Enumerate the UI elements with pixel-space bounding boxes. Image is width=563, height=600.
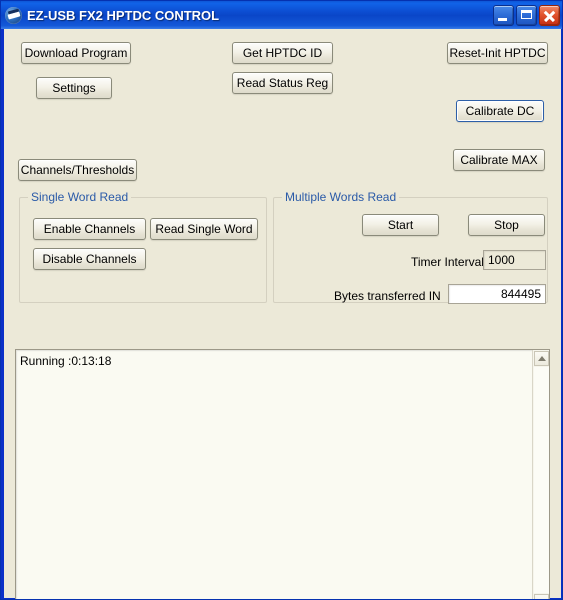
bytes-transferred-label: Bytes transferred IN <box>334 289 441 303</box>
log-output-area[interactable]: Running :0:13:18 <box>15 349 550 599</box>
title-bar[interactable]: EZ-USB FX2 HPTDC CONTROL <box>1 1 562 29</box>
multiple-words-read-legend: Multiple Words Read <box>282 190 400 204</box>
log-scrollbar[interactable] <box>532 350 549 599</box>
reset-init-hptdc-button[interactable]: Reset-Init HPTDC <box>447 42 548 64</box>
start-button[interactable]: Start <box>362 214 439 236</box>
get-hptdc-id-button[interactable]: Get HPTDC ID <box>232 42 333 64</box>
app-chip-icon <box>5 6 22 24</box>
calibrate-max-button[interactable]: Calibrate MAX <box>453 149 545 171</box>
channels-thresholds-button[interactable]: Channels/Thresholds <box>18 159 137 181</box>
calibrate-dc-button[interactable]: Calibrate DC <box>456 100 544 122</box>
scroll-up-button[interactable] <box>534 351 549 366</box>
single-word-read-legend: Single Word Read <box>28 190 132 204</box>
disable-channels-button[interactable]: Disable Channels <box>33 248 146 270</box>
close-button[interactable] <box>539 4 560 26</box>
client-area: Download Program Settings Get HPTDC ID R… <box>4 29 561 599</box>
bytes-transferred-value: 844495 <box>448 284 546 304</box>
maximize-button[interactable] <box>516 4 537 26</box>
scrollbar-track[interactable] <box>534 367 549 593</box>
read-status-reg-button[interactable]: Read Status Reg <box>232 72 333 94</box>
multiple-words-read-group: Multiple Words Read Start Stop Timer Int… <box>273 190 548 304</box>
enable-channels-button[interactable]: Enable Channels <box>33 218 146 240</box>
application-window: EZ-USB FX2 HPTDC CONTROL Download Progra… <box>0 0 563 600</box>
settings-button[interactable]: Settings <box>36 77 112 99</box>
stop-button[interactable]: Stop <box>468 214 545 236</box>
timer-interval-label: Timer Interval <box>411 255 484 269</box>
read-single-word-button[interactable]: Read Single Word <box>150 218 258 240</box>
scroll-up-icon <box>537 356 546 361</box>
window-title: EZ-USB FX2 HPTDC CONTROL <box>27 7 220 23</box>
minimize-button[interactable] <box>493 4 514 26</box>
single-word-read-group: Single Word Read Enable Channels Read Si… <box>19 190 267 303</box>
log-text: Running :0:13:18 <box>20 354 112 368</box>
download-program-button[interactable]: Download Program <box>21 42 131 64</box>
window-controls <box>493 4 560 26</box>
scroll-down-button[interactable] <box>534 594 549 599</box>
timer-interval-input[interactable]: 1000 <box>483 250 546 270</box>
